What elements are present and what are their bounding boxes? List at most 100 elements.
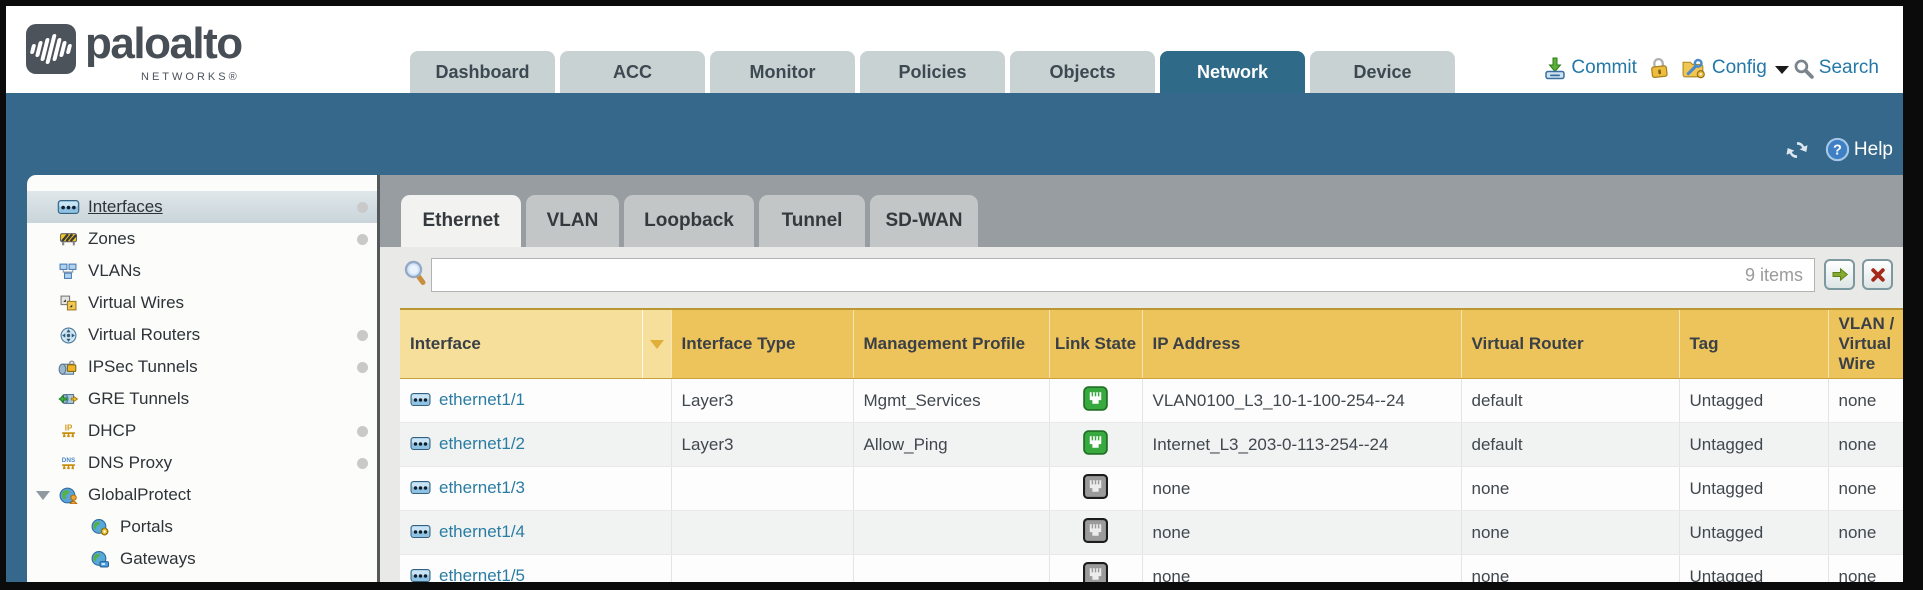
interfaces-table: Interface Interface TypeManagement Profil…	[400, 308, 1903, 582]
column-header-interface[interactable]: Interface	[400, 309, 642, 379]
sidebar-item-label: VLANs	[88, 261, 141, 281]
column-header-interface-type[interactable]: Interface Type	[671, 309, 853, 379]
sidebar-item-label: DNS Proxy	[88, 453, 172, 473]
interface-link[interactable]: ethernet1/5	[439, 566, 525, 582]
dns-proxy-icon: DNS	[53, 455, 83, 472]
cell-tag: Untagged	[1679, 511, 1828, 555]
sidebar-item-globalprotect[interactable]: GlobalProtect	[27, 479, 377, 511]
zones-icon	[53, 231, 83, 247]
tab-device[interactable]: Device	[1310, 51, 1455, 93]
status-dot	[357, 458, 368, 469]
status-dot	[357, 362, 368, 373]
subtab-sd-wan[interactable]: SD-WAN	[870, 195, 978, 247]
commit-icon	[1544, 57, 1566, 80]
sidebar-item-dhcp[interactable]: IPDHCP	[27, 415, 377, 447]
column-header-virtual-router[interactable]: Virtual Router	[1461, 309, 1679, 379]
cell-interface-type	[671, 511, 853, 555]
cell-management-profile	[853, 511, 1049, 555]
column-sort-dropdown[interactable]	[642, 309, 671, 379]
cell-management-profile	[853, 555, 1049, 583]
interface-link[interactable]: ethernet1/4	[439, 522, 525, 542]
refresh-icon[interactable]	[1783, 138, 1811, 162]
help-button[interactable]: ? Help	[1825, 137, 1893, 162]
column-header-management-profile[interactable]: Management Profile	[853, 309, 1049, 379]
network-sidebar: Interfaces Zones VLANs Virtual Wires Virtual…	[27, 175, 380, 582]
gateways-icon	[85, 551, 115, 568]
link-down-icon	[1083, 562, 1108, 583]
paloalto-logo: paloalto NETWORKS®	[26, 18, 242, 83]
tab-network[interactable]: Network	[1160, 51, 1305, 93]
subtab-tunnel[interactable]: Tunnel	[759, 195, 865, 247]
sidebar-item-label: Gateways	[120, 549, 196, 569]
brand-subtitle: NETWORKS®	[141, 71, 240, 83]
table-row[interactable]: ethernet1/3nonenoneUntaggednone	[400, 467, 1903, 511]
expander-down-icon[interactable]	[36, 491, 50, 500]
link-up-icon	[1083, 430, 1108, 455]
sidebar-item-gre-tunnels[interactable]: GRE Tunnels	[27, 383, 377, 415]
filter-clear-button[interactable]	[1862, 259, 1893, 290]
column-header-tag[interactable]: Tag	[1679, 309, 1828, 379]
content-area: 9 items Interface Interface TypeManagemen…	[380, 247, 1903, 582]
cell-virtual-router: none	[1461, 555, 1679, 583]
sidebar-item-portals[interactable]: Portals	[27, 511, 377, 543]
column-header-vlan-virtual-wire[interactable]: VLAN / Virtual Wire	[1828, 309, 1903, 379]
sidebar-item-dns-proxy[interactable]: DNS DNS Proxy	[27, 447, 377, 479]
table-row[interactable]: ethernet1/1Layer3Mgmt_ServicesVLAN0100_L…	[400, 379, 1903, 423]
cell-management-profile	[853, 467, 1049, 511]
sidebar-item-label: Zones	[88, 229, 135, 249]
cell-virtual-router: default	[1461, 423, 1679, 467]
tab-monitor[interactable]: Monitor	[710, 51, 855, 93]
main-nav-tabs: DashboardACCMonitorPoliciesObjectsNetwor…	[410, 51, 1455, 93]
top-bar: paloalto NETWORKS® DashboardACCMonitorPo…	[6, 6, 1903, 93]
filter-input[interactable]	[431, 258, 1815, 292]
interface-link[interactable]: ethernet1/3	[439, 478, 525, 498]
left-gutter	[6, 175, 27, 582]
cell-ip-address: none	[1142, 555, 1461, 583]
ipsec-tunnels-icon	[53, 359, 83, 375]
sidebar-item-label: Virtual Routers	[88, 325, 200, 345]
ethernet-interface-icon	[410, 525, 431, 538]
items-count: 9 items	[1745, 265, 1803, 286]
cell-tag: Untagged	[1679, 555, 1828, 583]
sidebar-item-virtual-wires[interactable]: Virtual Wires	[27, 287, 377, 319]
tab-policies[interactable]: Policies	[860, 51, 1005, 93]
clear-x-icon	[1870, 267, 1886, 283]
config-label: Config	[1712, 57, 1767, 79]
cell-link-state	[1049, 511, 1142, 555]
sidebar-item-gateways[interactable]: Gateways	[27, 543, 377, 575]
sidebar-item-interfaces[interactable]: Interfaces	[27, 191, 377, 223]
sidebar-item-ipsec-tunnels[interactable]: IPSec Tunnels	[27, 351, 377, 383]
table-row[interactable]: ethernet1/5nonenoneUntaggednone	[400, 555, 1903, 583]
sidebar-item-virtual-routers[interactable]: Virtual Routers	[27, 319, 377, 351]
column-header-ip-address[interactable]: IP Address	[1142, 309, 1461, 379]
config-menu-button[interactable]: Config	[1681, 57, 1793, 80]
filter-apply-button[interactable]	[1824, 259, 1855, 290]
tab-objects[interactable]: Objects	[1010, 51, 1155, 93]
cell-management-profile: Allow_Ping	[853, 423, 1049, 467]
commit-button[interactable]: Commit	[1544, 57, 1636, 80]
table-row[interactable]: ethernet1/4nonenoneUntaggednone	[400, 511, 1903, 555]
link-down-icon	[1083, 474, 1108, 499]
app-frame: paloalto NETWORKS® DashboardACCMonitorPo…	[6, 6, 1903, 582]
lock-icon[interactable]	[1649, 57, 1669, 79]
sidebar-item-label: IPSec Tunnels	[88, 357, 198, 377]
cell-vlan-virtual-wire: none	[1828, 511, 1903, 555]
tab-acc[interactable]: ACC	[560, 51, 705, 93]
subtab-ethernet[interactable]: Ethernet	[401, 195, 521, 247]
sidebar-item-vlans[interactable]: VLANs	[27, 255, 377, 287]
subtab-vlan[interactable]: VLAN	[526, 195, 619, 247]
sort-triangle-icon	[650, 340, 664, 349]
cell-tag: Untagged	[1679, 379, 1828, 423]
cell-link-state	[1049, 555, 1142, 583]
subtab-loopback[interactable]: Loopback	[624, 195, 754, 247]
tab-dashboard[interactable]: Dashboard	[410, 51, 555, 93]
column-header-link-state[interactable]: Link State	[1049, 309, 1142, 379]
cell-tag: Untagged	[1679, 467, 1828, 511]
interface-link[interactable]: ethernet1/2	[439, 434, 525, 454]
chevron-down-icon	[1775, 66, 1789, 74]
search-button[interactable]: Search	[1793, 57, 1879, 79]
table-row[interactable]: ethernet1/2Layer3Allow_PingInternet_L3_2…	[400, 423, 1903, 467]
subtab-band: EthernetVLANLoopbackTunnelSD-WAN	[380, 175, 1903, 247]
interface-link[interactable]: ethernet1/1	[439, 390, 525, 410]
sidebar-item-zones[interactable]: Zones	[27, 223, 377, 255]
